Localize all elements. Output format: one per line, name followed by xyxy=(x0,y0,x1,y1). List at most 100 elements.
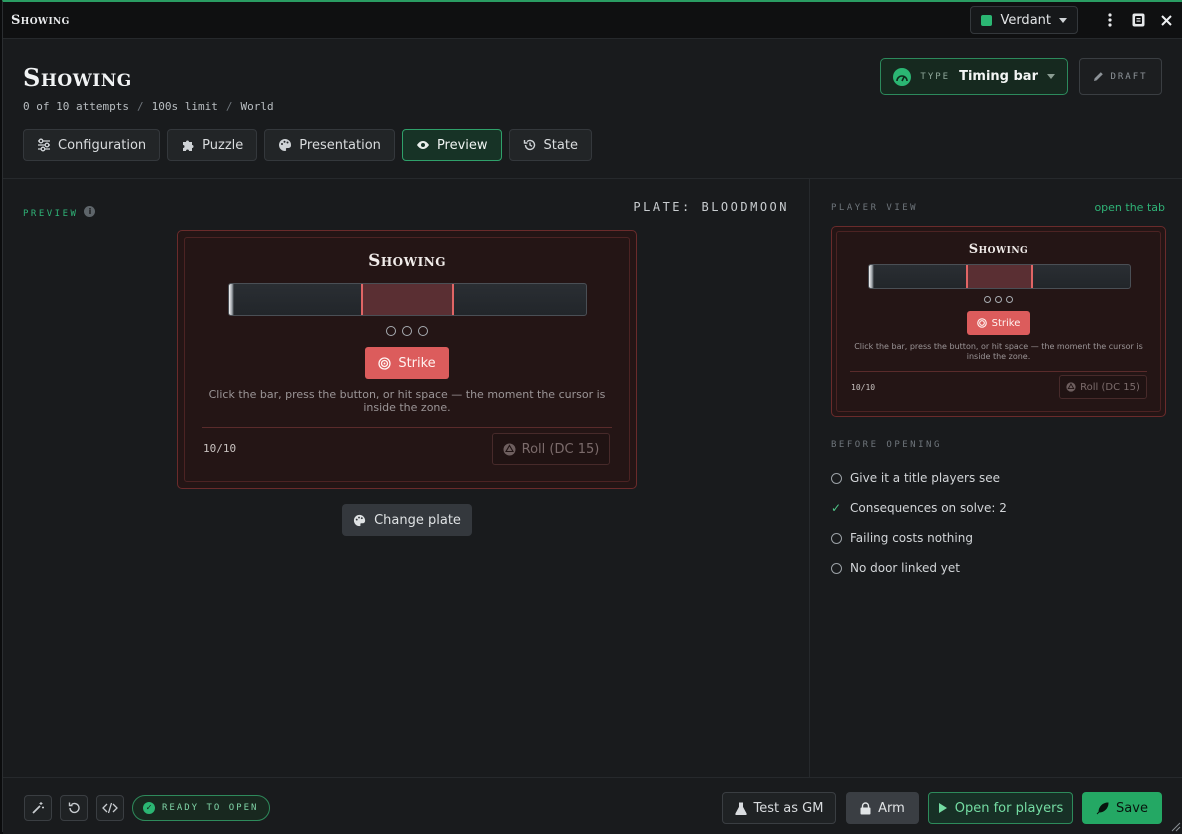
attempts-meta: 0 of 10 attempts xyxy=(23,100,129,113)
attempt-pip xyxy=(418,326,428,336)
undo-button[interactable] xyxy=(60,795,88,821)
checklist-text: Give it a title players see xyxy=(850,471,1001,485)
checklist-text: Consequences on solve: 2 xyxy=(850,501,1007,515)
meta-separator: / xyxy=(136,100,144,113)
scope-meta: World xyxy=(240,100,274,113)
card-hint: Click the bar, press the button, or hit … xyxy=(208,388,606,415)
play-icon xyxy=(938,803,947,813)
checklist-item-failing: Failing costs nothing xyxy=(831,523,1007,553)
meta-line: 0 of 10 attempts / 100s limit / World xyxy=(23,100,1162,113)
checklist-item-title: Give it a title players see xyxy=(831,463,1007,493)
tab-label: Puzzle xyxy=(202,137,244,153)
code-icon xyxy=(102,802,118,814)
attempt-counter: 10/10 xyxy=(203,442,237,455)
attempt-pips xyxy=(832,296,1165,303)
tab-label: Preview xyxy=(436,137,488,153)
flask-icon xyxy=(734,802,747,815)
time-limit-meta: 100s limit xyxy=(151,100,218,113)
window-title: Showing xyxy=(11,12,70,28)
card-hint: Click the bar, press the button, or hit … xyxy=(854,342,1143,361)
eye-icon xyxy=(416,141,429,149)
strike-label: Strike xyxy=(991,317,1021,329)
timing-bar xyxy=(868,264,1131,289)
card-divider xyxy=(850,371,1147,372)
type-label: TYPE xyxy=(920,71,951,82)
status-label: READY TO OPEN xyxy=(162,803,259,813)
preview-label: PREVIEW xyxy=(23,209,79,219)
attempt-counter: 10/10 xyxy=(851,383,876,392)
resize-handle-icon[interactable] xyxy=(1171,822,1181,832)
journal-icon[interactable] xyxy=(1130,12,1146,28)
preview-card: Showing Strike Click the bar, press the … xyxy=(177,230,637,489)
before-opening-label: BEFORE OPENING xyxy=(831,440,942,450)
player-view-card: Showing Strike Click the bar, press the … xyxy=(831,226,1166,417)
status-badge: ✓ READY TO OPEN xyxy=(132,795,271,821)
tab-preview[interactable]: Preview xyxy=(401,129,502,161)
preview-heading: PREVIEW i xyxy=(23,201,96,220)
circle-icon xyxy=(831,472,842,484)
tab-state[interactable]: State xyxy=(508,129,592,161)
save-button[interactable]: Save xyxy=(1082,792,1162,824)
close-icon[interactable] xyxy=(1158,12,1174,28)
puzzle-icon xyxy=(183,140,194,151)
editor-window: Showing Verdant Showing 0 of 10 attempts… xyxy=(2,0,1182,834)
checklist-text: Failing costs nothing xyxy=(850,531,973,545)
save-label: Save xyxy=(1116,800,1148,816)
roll-button[interactable]: Roll (DC 15) xyxy=(492,433,610,465)
footer-bar: ✓ READY TO OPEN Test as GM Arm Open for … xyxy=(3,777,1182,834)
sliders-icon xyxy=(38,138,50,152)
target-zone xyxy=(965,265,1034,288)
change-plate-button[interactable]: Change plate xyxy=(342,504,472,536)
attempt-pips xyxy=(178,326,636,336)
timing-bar[interactable] xyxy=(228,283,587,316)
bar-cursor xyxy=(229,284,234,315)
code-view-button[interactable] xyxy=(96,795,124,821)
tab-label: Presentation xyxy=(299,137,381,153)
theme-name: Verdant xyxy=(1000,12,1051,28)
attempt-pip xyxy=(995,296,1002,303)
tab-label: Configuration xyxy=(58,137,147,153)
strike-button[interactable]: Strike xyxy=(365,347,449,379)
checklist-item-consequences: ✓ Consequences on solve: 2 xyxy=(831,493,1007,523)
side-pane: PLAYER VIEW open the tab Showing Strike … xyxy=(811,179,1182,777)
draft-label: DRAFT xyxy=(1110,71,1148,82)
page-header: Showing 0 of 10 attempts/100s limit / Worl… xyxy=(3,39,1182,179)
chevron-down-icon xyxy=(1047,74,1055,79)
check-circle-icon: ✓ xyxy=(143,802,155,814)
magic-wand-button[interactable] xyxy=(24,795,52,821)
gauge-icon xyxy=(893,67,912,86)
meta-separator: / xyxy=(225,100,233,113)
more-menu-icon[interactable] xyxy=(1102,12,1118,28)
tab-configuration[interactable]: Configuration xyxy=(23,129,161,161)
card-title: Showing xyxy=(368,251,446,271)
feather-icon xyxy=(1096,801,1109,814)
test-label: Test as GM xyxy=(753,800,824,816)
checklist: Give it a title players see ✓ Consequenc… xyxy=(831,463,1007,583)
change-plate-label: Change plate xyxy=(374,512,461,528)
undo-icon xyxy=(68,802,80,814)
tab-presentation[interactable]: Presentation xyxy=(264,129,395,161)
open-for-players-button[interactable]: Open for players xyxy=(928,792,1073,824)
arm-button[interactable]: Arm xyxy=(846,792,919,824)
pencil-icon xyxy=(1094,72,1104,81)
test-as-gm-button[interactable]: Test as GM xyxy=(722,792,836,824)
attempt-pip xyxy=(984,296,991,303)
preview-pane: PREVIEW i PLATE: BLOODMOON Showing Strike… xyxy=(3,179,810,777)
strike-label: Strike xyxy=(398,355,436,371)
attempt-pip xyxy=(402,326,412,336)
history-icon xyxy=(523,139,535,151)
bar-cursor xyxy=(869,265,874,288)
palette-icon xyxy=(279,138,292,151)
type-select[interactable]: TYPE Timing bar xyxy=(880,58,1068,95)
tab-puzzle[interactable]: Puzzle xyxy=(167,129,258,161)
dice-icon xyxy=(1066,382,1076,392)
theme-select[interactable]: Verdant xyxy=(970,6,1078,34)
chevron-down-icon xyxy=(1059,17,1067,23)
lock-icon xyxy=(860,801,871,814)
target-icon xyxy=(976,318,987,328)
checkmark-icon: ✓ xyxy=(831,500,842,515)
info-icon[interactable]: i xyxy=(84,206,96,217)
open-tab-link[interactable]: open the tab xyxy=(1094,201,1165,214)
draft-button[interactable]: DRAFT xyxy=(1079,58,1162,95)
plate-label: PLATE: BLOODMOON xyxy=(633,200,789,214)
